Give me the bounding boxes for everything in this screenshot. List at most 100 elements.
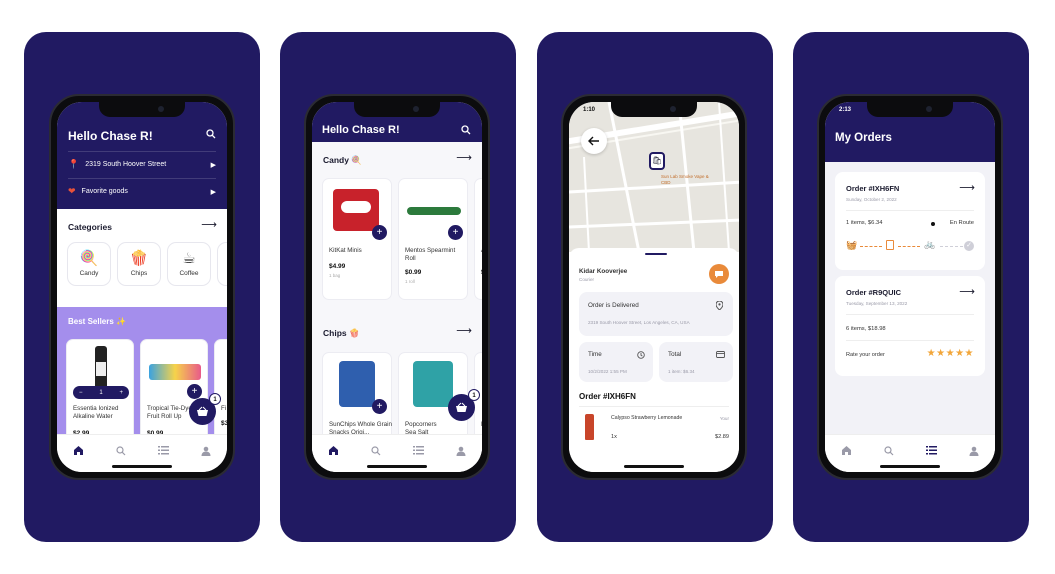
- star-icon[interactable]: ★: [965, 348, 974, 359]
- receipt-step-icon: [886, 240, 894, 250]
- home-indicator: [367, 465, 427, 468]
- favorites-row[interactable]: ❤ Favorite goods ▶: [68, 178, 216, 204]
- order-card-2[interactable]: Order #R9QUIC ⟶ Tuesday, September 13, 2…: [835, 276, 985, 376]
- search-icon[interactable]: [366, 443, 386, 459]
- best-sellers-title: Best Sellers ✨: [68, 317, 126, 326]
- list-icon[interactable]: [921, 443, 941, 459]
- add-button[interactable]: +: [372, 399, 387, 414]
- profile-icon[interactable]: [196, 443, 216, 459]
- star-icon[interactable]: ★: [946, 348, 955, 359]
- plus-icon[interactable]: +: [119, 390, 123, 396]
- chat-icon: [715, 270, 723, 278]
- order-card-1[interactable]: Order #IXH6FN ⟶ Sunday, October 2, 2022 …: [835, 172, 985, 270]
- total-card: Total 1 item: $6.34: [659, 342, 733, 382]
- address-row[interactable]: 📍 2319 South Hoover Street ▶: [68, 151, 216, 177]
- categories-arrow-icon[interactable]: ⟶: [201, 218, 217, 231]
- minus-icon[interactable]: −: [79, 390, 83, 396]
- category-label: Chips: [130, 270, 148, 277]
- basket-step-icon: 🧺: [846, 240, 858, 250]
- star-icon[interactable]: ★: [927, 348, 936, 359]
- product-name: KitKat Minis: [329, 247, 362, 254]
- quantity-value: 1: [99, 389, 103, 396]
- chips-section-title: Chips 🍿: [323, 328, 360, 338]
- rate-label: Rate your order: [846, 352, 885, 358]
- phone-frame-1: Hello Chase R! 📍 2319 South Hoover Stree…: [49, 94, 235, 480]
- profile-icon[interactable]: [451, 443, 471, 459]
- order-sheet: Kidar Kooverjee Courier Order is Deliver…: [569, 248, 739, 472]
- order-summary: 1 items, $6.34: [846, 220, 883, 226]
- search-icon[interactable]: [206, 129, 216, 139]
- best-sellers-section: Best Sellers ✨ − 1 + Essentia Ionized Al…: [57, 307, 227, 449]
- search-icon[interactable]: [461, 125, 471, 135]
- home-indicator: [112, 465, 172, 468]
- page-title: My Orders: [835, 132, 892, 144]
- phone-notch: [867, 102, 953, 117]
- clock-icon: [637, 351, 645, 359]
- popcorners-image: [413, 361, 453, 407]
- status-time: 2:13: [839, 107, 852, 113]
- cart-button[interactable]: 1: [448, 389, 480, 421]
- progress-tracker: 🧺 🚲 ✓: [846, 239, 974, 254]
- search-icon[interactable]: [879, 443, 899, 459]
- product-card-water[interactable]: − 1 + Essentia Ionized Alkaline Water $2…: [66, 339, 134, 449]
- chevron-right-icon: ▶: [210, 188, 216, 196]
- product-name: Ai: [481, 247, 482, 255]
- candy-arrow-icon[interactable]: ⟶: [456, 151, 472, 164]
- item-note: Your: [719, 416, 729, 421]
- add-button[interactable]: +: [372, 225, 387, 240]
- category-tile-partial[interactable]: [217, 242, 227, 286]
- quantity-stepper[interactable]: − 1 +: [73, 386, 129, 399]
- greeting-title: Hello Chase R!: [68, 129, 153, 143]
- phone-notch: [99, 102, 185, 117]
- arrow-right-icon[interactable]: ⟶: [959, 181, 975, 194]
- category-tile-chips[interactable]: 🍿 Chips: [117, 242, 161, 286]
- product-price: $0.99: [405, 269, 422, 276]
- catalog-body: Candy 🍭 ⟶ + KitKat Minis $4.99 1 bag + M…: [312, 142, 482, 472]
- home-icon[interactable]: [68, 443, 88, 459]
- home-icon[interactable]: [323, 443, 343, 459]
- back-button[interactable]: [581, 128, 607, 154]
- cart-button[interactable]: 1: [189, 393, 221, 425]
- home-screen: Hello Chase R! 📍 2319 South Hoover Stree…: [57, 102, 227, 472]
- card-icon: [716, 351, 725, 358]
- home-icon[interactable]: [836, 443, 856, 459]
- order-id: Order #R9QUIC: [846, 288, 902, 297]
- profile-icon[interactable]: [964, 443, 984, 459]
- order-divider: [579, 406, 729, 407]
- list-icon[interactable]: [408, 443, 428, 459]
- star-icon[interactable]: ★: [936, 348, 945, 359]
- product-card-kitkat[interactable]: + KitKat Minis $4.99 1 bag: [322, 178, 392, 300]
- product-name: Mentos Spearmint Roll: [405, 247, 456, 262]
- category-tile-candy[interactable]: 🍭 Candy: [67, 242, 111, 286]
- favorites-text: Favorite goods: [81, 188, 128, 195]
- product-card-partial[interactable]: Ai $2: [474, 178, 482, 300]
- status-dot: [931, 222, 935, 226]
- map-streets: [569, 102, 739, 252]
- add-button[interactable]: +: [448, 225, 463, 240]
- delivery-map[interactable]: 1:10 🛍 Sun Lab Smoke Vape & CBD: [569, 102, 739, 252]
- star-rating[interactable]: ★★★★★: [927, 348, 974, 359]
- product-card-mentos[interactable]: + Mentos Spearmint Roll $0.99 1 roll: [398, 178, 468, 300]
- orders-screen: 2:13 My Orders Order #IXH6FN ⟶ Sunday, O…: [825, 102, 995, 472]
- search-icon[interactable]: [111, 443, 131, 459]
- status-title: Order is Delivered: [588, 302, 639, 309]
- chat-button[interactable]: [709, 264, 729, 284]
- chips-arrow-icon[interactable]: ⟶: [456, 324, 472, 337]
- categories-title: Categories: [68, 222, 112, 232]
- product-unit: 1 roll: [405, 279, 415, 284]
- add-to-cart-button[interactable]: +: [187, 384, 202, 399]
- home-indicator: [624, 465, 684, 468]
- category-tile-coffee[interactable]: ☕ Coffee: [167, 242, 211, 286]
- sunchips-image: [339, 361, 375, 407]
- phone-notch: [611, 102, 697, 117]
- phone-frame-4: 2:13 My Orders Order #IXH6FN ⟶ Sunday, O…: [817, 94, 1003, 480]
- catalog-screen: Hello Chase R! Candy 🍭 ⟶ + KitKat Minis …: [312, 102, 482, 472]
- status-time: 1:10: [583, 107, 596, 113]
- fruit-roll-image: [149, 364, 201, 380]
- kitkat-image: [333, 189, 379, 231]
- arrow-right-icon[interactable]: ⟶: [959, 285, 975, 298]
- order-divider: [846, 314, 974, 315]
- star-icon[interactable]: ★: [955, 348, 964, 359]
- map-pin-icon: 🛍: [649, 152, 665, 170]
- list-icon[interactable]: [153, 443, 173, 459]
